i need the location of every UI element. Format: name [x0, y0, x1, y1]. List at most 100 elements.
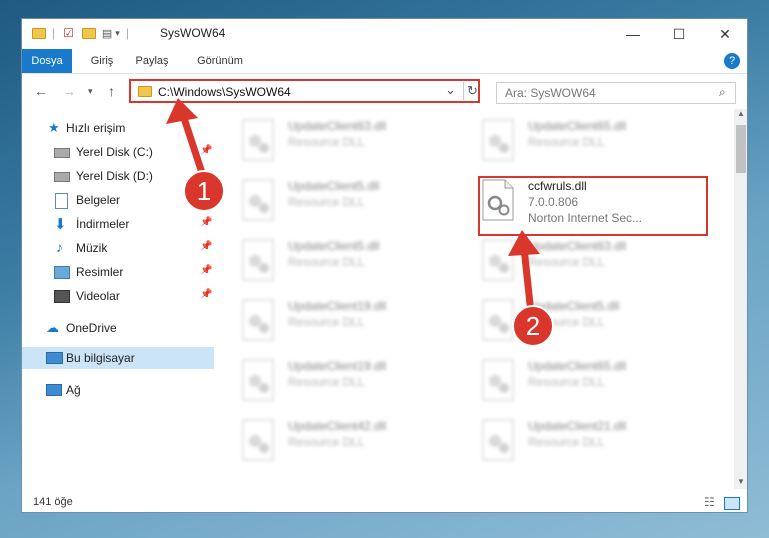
address-path: C:\Windows\SysWOW64 — [158, 85, 291, 99]
tab-view[interactable]: Görünüm — [190, 49, 250, 73]
file-description: Resource DLL — [288, 195, 365, 209]
nav-item-pictures[interactable]: Resimler 📌 — [22, 261, 214, 283]
nav-label: Bu bilgisayar — [66, 351, 135, 365]
dll-file-icon — [242, 179, 274, 221]
cloud-icon: ☁ — [46, 320, 59, 335]
file-name: UpdateClient63.dll — [288, 119, 387, 133]
list-item[interactable]: UpdateClient63.dll Resource DLL — [478, 235, 708, 291]
nav-item-videos[interactable]: Videolar 📌 — [22, 285, 214, 307]
new-folder-icon[interactable] — [81, 27, 96, 39]
nav-label: Hızlı erişim — [66, 121, 126, 135]
list-item[interactable]: UpdateClient42.dll Resource DLL — [238, 415, 468, 471]
address-dropdown-icon[interactable]: ⌄ — [445, 82, 456, 98]
pin-icon[interactable]: 📌 — [200, 217, 212, 228]
file-description: Resource DLL — [528, 255, 605, 269]
dll-file-icon — [482, 299, 514, 341]
file-description: Resource DLL — [288, 135, 365, 149]
file-name: UpdateClient5.dll — [288, 239, 380, 253]
vertical-scrollbar[interactable]: ▲ ▼ — [734, 109, 747, 489]
address-bar[interactable]: C:\Windows\SysWOW64 ⌄ ↻ — [129, 79, 480, 103]
dll-file-icon — [482, 359, 514, 401]
list-item[interactable]: UpdateClient65.dll Resource DLL — [478, 355, 708, 411]
dll-file-icon — [482, 119, 514, 161]
file-name: UpdateClient42.dll — [288, 419, 387, 433]
up-arrow-icon[interactable]: ↑ — [108, 83, 115, 99]
file-description: Resource DLL — [288, 435, 365, 449]
nav-item-music[interactable]: ♪ Müzik 📌 — [22, 237, 214, 259]
navigation-pane: ★ Hızlı erişim Yerel Disk (C:) 📌 Yerel D… — [22, 115, 214, 495]
quick-access-toolbar: | ☑ ▤ ▾ | — [32, 26, 129, 40]
download-icon: ⬇ — [54, 216, 67, 233]
separator: | — [125, 26, 129, 40]
file-name: UpdateClient21.dll — [528, 419, 627, 433]
properties-icon[interactable]: ☑ — [63, 26, 74, 40]
help-icon[interactable]: ? — [724, 53, 740, 69]
list-item[interactable]: UpdateClient65.dll Resource DLL — [478, 115, 708, 171]
pin-icon[interactable]: 📌 — [200, 265, 212, 276]
chevron-down-icon[interactable]: ▾ — [115, 28, 120, 39]
dll-file-icon — [242, 419, 274, 461]
file-description: Resource DLL — [288, 375, 365, 389]
scroll-thumb[interactable] — [736, 125, 746, 173]
dll-file-icon — [482, 419, 514, 461]
forward-arrow-icon[interactable]: → — [62, 83, 76, 99]
nav-network[interactable]: Ağ — [22, 379, 214, 401]
window-title: SysWOW64 — [160, 26, 226, 40]
search-input[interactable]: Ara: SysWOW64 — [505, 86, 596, 100]
nav-label: Resimler — [76, 265, 124, 279]
file-name: UpdateClient63.dll — [528, 239, 627, 253]
ribbon-tabs: Dosya Giriş Paylaş Görünüm ? — [22, 49, 747, 74]
details-view-icon[interactable]: ☷ — [704, 495, 715, 509]
nav-label: Belgeler — [76, 193, 121, 207]
step-badge-1: 1 — [183, 170, 225, 212]
maximize-button[interactable]: ☐ — [656, 19, 702, 49]
nav-item-local-disk-c[interactable]: Yerel Disk (C:) 📌 — [22, 141, 214, 163]
file-description: Resource DLL — [288, 315, 365, 329]
separator: | — [52, 26, 56, 40]
close-button[interactable]: ✕ — [702, 19, 747, 49]
refresh-icon[interactable]: ↻ — [467, 83, 478, 99]
nav-label: OneDrive — [66, 321, 117, 335]
file-name: UpdateClient5.dll — [288, 179, 380, 193]
tab-home[interactable]: Giriş — [82, 49, 122, 73]
title-bar: | ☑ ▤ ▾ | SysWOW64 — ☐ ✕ — [22, 19, 747, 49]
star-icon: ★ — [48, 120, 60, 135]
list-item[interactable]: UpdateClient63.dll Resource DLL — [238, 115, 468, 171]
search-box[interactable]: Ara: SysWOW64 ⌕ — [496, 82, 736, 104]
file-name: UpdateClient19.dll — [288, 359, 387, 373]
tab-share[interactable]: Paylaş — [130, 49, 174, 73]
file-list: UpdateClient63.dll Resource DLL UpdateCl… — [216, 109, 734, 497]
tab-file[interactable]: Dosya — [22, 49, 72, 73]
document-icon — [55, 193, 68, 209]
minimize-button[interactable]: — — [610, 19, 656, 49]
nav-onedrive[interactable]: ☁ OneDrive — [22, 317, 214, 339]
list-item[interactable]: UpdateClient5.dll Resource DLL — [238, 235, 468, 291]
recent-chevron-icon[interactable]: ▾ — [88, 86, 93, 97]
list-item[interactable]: UpdateClient5.dll Resource DLL — [238, 175, 468, 231]
pin-icon[interactable]: 📌 — [200, 289, 212, 300]
search-icon[interactable]: ⌕ — [719, 85, 726, 100]
nav-this-pc[interactable]: Bu bilgisayar — [22, 347, 214, 369]
dll-file-icon — [242, 359, 274, 401]
nav-label: Ağ — [66, 383, 81, 397]
scroll-down-icon[interactable]: ▼ — [737, 477, 745, 486]
scroll-up-icon[interactable]: ▲ — [737, 109, 745, 118]
dll-file-icon — [242, 239, 274, 281]
list-item[interactable]: UpdateClient19.dll Resource DLL — [238, 295, 468, 351]
nav-item-downloads[interactable]: ⬇ İndirmeler 📌 — [22, 213, 214, 235]
file-description: Resource DLL — [288, 255, 365, 269]
pin-icon[interactable]: 📌 — [200, 241, 212, 252]
nav-label: Videolar — [76, 289, 120, 303]
large-icons-view-icon[interactable] — [724, 497, 740, 510]
videos-icon — [54, 290, 70, 303]
dll-file-icon — [242, 119, 274, 161]
file-name: UpdateClient65.dll — [528, 359, 627, 373]
pin-icon[interactable]: 📌 — [200, 145, 212, 156]
view-icon[interactable]: ▤ — [102, 27, 112, 40]
back-arrow-icon[interactable]: ← — [34, 83, 48, 99]
list-item[interactable]: UpdateClient21.dll Resource DLL — [478, 415, 708, 471]
list-item[interactable]: UpdateClient19.dll Resource DLL — [238, 355, 468, 411]
address-row: ← → ▾ ↑ C:\Windows\SysWOW64 ⌄ ↻ Ara: Sys… — [22, 74, 747, 108]
nav-quick-access[interactable]: ★ Hızlı erişim — [22, 117, 214, 139]
music-icon: ♪ — [56, 239, 63, 255]
